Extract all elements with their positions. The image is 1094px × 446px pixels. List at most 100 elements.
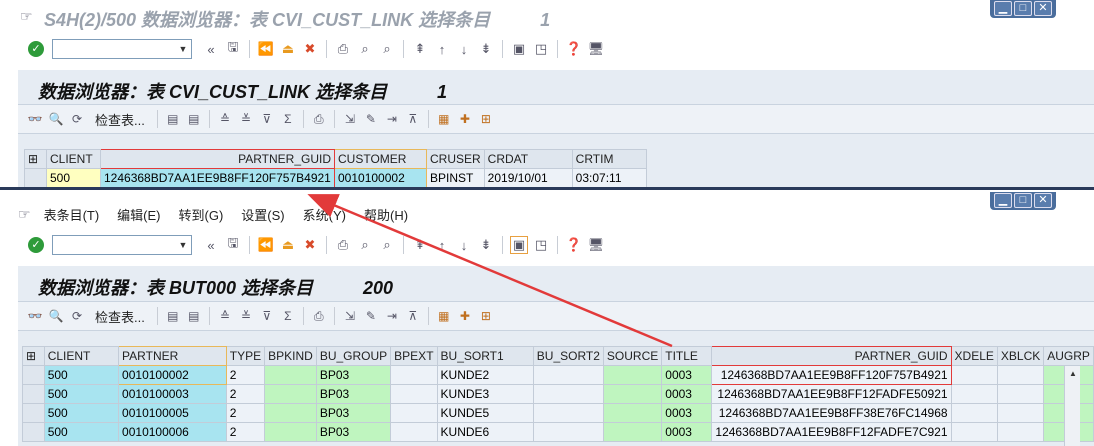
window-menu-icon[interactable]: ☞ bbox=[20, 8, 33, 25]
check-icon[interactable]: ✓ bbox=[28, 41, 44, 57]
filter-icon[interactable]: ⊽ bbox=[258, 110, 276, 128]
column-header-bu-sort1[interactable]: BU_SORT1 bbox=[436, 346, 534, 366]
find-next-icon[interactable]: ⌕ bbox=[378, 40, 396, 58]
menu-settings[interactable]: 设置(S) bbox=[232, 205, 293, 224]
save-icon[interactable]: 🖫 bbox=[224, 39, 242, 58]
details-icon[interactable]: ▤ bbox=[164, 110, 182, 128]
print-preview-icon[interactable]: ⎙ bbox=[310, 307, 328, 325]
previous-page-icon[interactable]: ↑ bbox=[433, 40, 451, 58]
column-header-customer[interactable]: CUSTOMER bbox=[334, 149, 427, 169]
maximize-icon[interactable]: □ bbox=[1014, 1, 1032, 16]
column-header-partner-guid[interactable]: PARTNER_GUID bbox=[100, 149, 335, 169]
save-layout-icon[interactable]: ⊞ bbox=[477, 307, 495, 325]
column-header-xblck[interactable]: XBLCK bbox=[996, 346, 1045, 366]
cancel-icon[interactable]: ✖ bbox=[301, 236, 319, 254]
print-preview-icon[interactable]: ⎙ bbox=[310, 110, 328, 128]
table-row[interactable]: 500 1246368BD7AA1EE9B8FF120F757B4921 001… bbox=[24, 168, 654, 188]
table-row[interactable]: 500 0010100003 2 BP03 KUNDE3 0003 124636… bbox=[22, 384, 1094, 404]
abc-analysis-icon[interactable]: ⊼ bbox=[404, 307, 422, 325]
sum-icon[interactable]: Σ bbox=[279, 307, 297, 325]
column-header-client[interactable]: CLIENT bbox=[46, 149, 101, 169]
back-icon[interactable]: ⏪ bbox=[257, 236, 275, 254]
find-icon[interactable]: ⌕ bbox=[356, 236, 374, 254]
cancel-icon[interactable]: ✖ bbox=[301, 40, 319, 58]
maximize-icon[interactable]: □ bbox=[1014, 193, 1032, 208]
local-file-icon[interactable]: ⇥ bbox=[383, 307, 401, 325]
command-field[interactable]: ▼ bbox=[52, 39, 192, 59]
glasses-icon[interactable]: 👓 bbox=[26, 307, 44, 325]
column-header-bpkind[interactable]: BPKIND bbox=[264, 346, 317, 366]
minimize-icon[interactable]: ▁ bbox=[994, 193, 1012, 208]
shortcut-icon[interactable]: ◳ bbox=[532, 236, 550, 254]
column-header-partner-guid[interactable]: PARTNER_GUID bbox=[710, 346, 952, 366]
row-selector[interactable] bbox=[22, 403, 45, 423]
exit-icon[interactable]: ⏏ bbox=[279, 40, 297, 58]
table-row[interactable]: 500 0010100005 2 BP03 KUNDE5 0003 124636… bbox=[22, 403, 1094, 423]
table-row[interactable]: 500 0010100006 2 BP03 KUNDE6 0003 124636… bbox=[22, 422, 1094, 442]
previous-page-icon[interactable]: ↑ bbox=[433, 236, 451, 254]
menu-goto[interactable]: 转到(G) bbox=[170, 205, 233, 224]
choose-layout-icon[interactable]: ▦ bbox=[435, 307, 453, 325]
next-page-icon[interactable]: ↓ bbox=[455, 40, 473, 58]
sum-icon[interactable]: Σ bbox=[279, 110, 297, 128]
change-layout-icon[interactable]: ✚ bbox=[456, 307, 474, 325]
word-processing-icon[interactable]: ✎ bbox=[362, 307, 380, 325]
new-session-icon[interactable]: ▣ bbox=[510, 40, 528, 58]
column-header-partner[interactable]: PARTNER bbox=[118, 346, 227, 366]
choose-layout-icon[interactable]: ▦ bbox=[435, 110, 453, 128]
close-icon[interactable]: ✕ bbox=[1034, 193, 1052, 208]
scroll-up-icon[interactable]: ▲ bbox=[1066, 367, 1080, 381]
first-page-icon[interactable]: ⇞ bbox=[411, 236, 429, 254]
print-icon[interactable]: ⎙ bbox=[334, 40, 352, 58]
shortcut-icon[interactable]: ◳ bbox=[532, 40, 550, 58]
row-selector[interactable] bbox=[22, 384, 45, 404]
column-header-source[interactable]: SOURCE bbox=[602, 346, 663, 366]
help-icon[interactable]: ❓ bbox=[565, 40, 583, 58]
command-field[interactable]: ▼ bbox=[52, 235, 192, 255]
column-header-crdat[interactable]: CRDAT bbox=[483, 149, 573, 169]
sort-descending-icon[interactable]: ≚ bbox=[237, 307, 255, 325]
details-alt-icon[interactable]: ▤ bbox=[185, 307, 203, 325]
exit-icon[interactable]: ⏏ bbox=[279, 236, 297, 254]
menu-table-entry[interactable]: 表条目(T) bbox=[35, 205, 109, 224]
column-header-augrp[interactable]: AUGRP bbox=[1043, 346, 1094, 366]
menu-system[interactable]: 系统(Y) bbox=[294, 205, 355, 224]
refresh-icon[interactable]: ⟳ bbox=[68, 307, 86, 325]
glasses-icon[interactable]: 👓 bbox=[26, 110, 44, 128]
display-icon[interactable]: 🔍 bbox=[47, 307, 65, 325]
window-menu-icon[interactable]: ☞ bbox=[18, 206, 31, 223]
change-layout-icon[interactable]: ✚ bbox=[456, 110, 474, 128]
first-page-icon[interactable]: ⇞ bbox=[411, 40, 429, 58]
column-header-crtim[interactable]: CRTIM bbox=[571, 149, 647, 169]
check-icon[interactable]: ✓ bbox=[28, 237, 44, 253]
column-header-xdele[interactable]: XDELE bbox=[950, 346, 998, 366]
double-chevron-left-icon[interactable]: « bbox=[202, 236, 220, 254]
menu-edit[interactable]: 编辑(E) bbox=[108, 205, 169, 224]
chevron-down-icon[interactable]: ▼ bbox=[175, 236, 191, 254]
word-processing-icon[interactable]: ✎ bbox=[362, 110, 380, 128]
row-selector[interactable] bbox=[22, 365, 45, 385]
column-header-bu-group[interactable]: BU_GROUP bbox=[315, 346, 392, 366]
table-row[interactable]: 500 0010100002 2 BP03 KUNDE2 0003 124636… bbox=[22, 365, 1094, 385]
abc-analysis-icon[interactable]: ⊼ bbox=[404, 110, 422, 128]
filter-icon[interactable]: ⊽ bbox=[258, 307, 276, 325]
row-selector[interactable] bbox=[22, 422, 45, 442]
check-table-button[interactable]: 检查表... bbox=[89, 110, 151, 129]
help-icon[interactable]: ❓ bbox=[565, 236, 583, 254]
last-page-icon[interactable]: ⇟ bbox=[477, 236, 495, 254]
next-page-icon[interactable]: ↓ bbox=[455, 236, 473, 254]
menu-help[interactable]: 帮助(H) bbox=[355, 205, 417, 224]
column-header-title[interactable]: TITLE bbox=[661, 346, 712, 366]
vertical-scrollbar[interactable]: ▲ bbox=[1064, 366, 1080, 446]
details-icon[interactable]: ▤ bbox=[164, 307, 182, 325]
find-next-icon[interactable]: ⌕ bbox=[378, 236, 396, 254]
refresh-icon[interactable]: ⟳ bbox=[68, 110, 86, 128]
local-file-icon[interactable]: ⇥ bbox=[383, 110, 401, 128]
last-page-icon[interactable]: ⇟ bbox=[477, 40, 495, 58]
print-icon[interactable]: ⎙ bbox=[334, 236, 352, 254]
select-all-icon[interactable]: ⊞ bbox=[22, 346, 45, 366]
export-icon[interactable]: ⇲ bbox=[341, 307, 359, 325]
save-icon[interactable]: 🖫 bbox=[224, 235, 242, 254]
column-header-type[interactable]: TYPE bbox=[225, 346, 266, 366]
select-all-icon[interactable]: ⊞ bbox=[24, 149, 47, 169]
